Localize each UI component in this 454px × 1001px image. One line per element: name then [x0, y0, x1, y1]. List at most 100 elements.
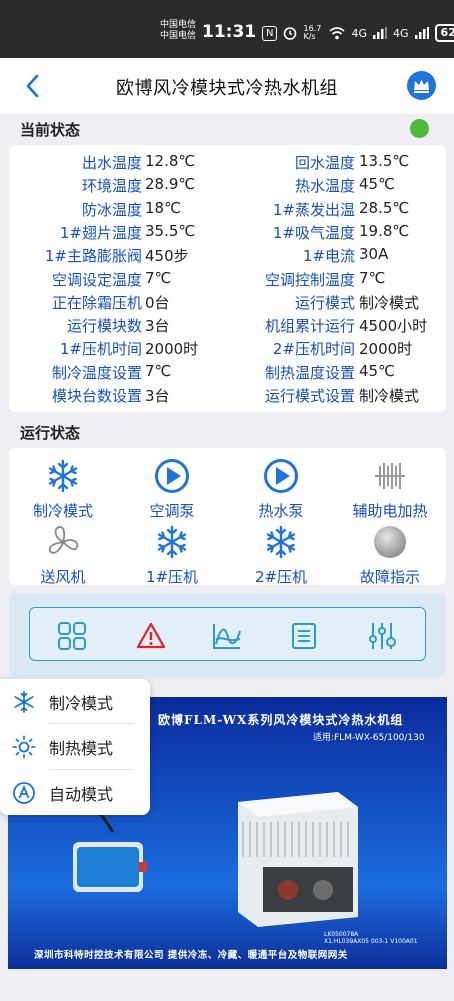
status-row: 1#压机时间 2000时 2#压机时间 2000时	[9, 338, 446, 361]
sun-icon	[12, 735, 36, 759]
status-value-right: 45℃	[359, 175, 395, 194]
online-indicator	[410, 119, 429, 138]
op-label: 1#压机	[145, 568, 199, 586]
status-value-right: 45℃	[359, 361, 395, 380]
status-label-left: 1#翅片温度	[59, 223, 142, 242]
status-label-right: 机组累计运行	[264, 317, 355, 336]
snowflake-icon	[14, 691, 34, 713]
play-circle-icon	[264, 459, 298, 493]
status-value-left: 12.8℃	[145, 152, 196, 170]
menu-item-heating[interactable]: 制热模式	[0, 724, 150, 769]
status-value-left: 3台	[145, 387, 170, 405]
menu-item-cooling[interactable]: 制冷模式	[0, 679, 150, 724]
speed-indicator: 16.7 K/s	[303, 24, 322, 41]
op-label: 故障指示	[359, 568, 420, 586]
op-aux-heater: 辅助电加热	[336, 458, 444, 521]
op-ac-pump: 空调泵	[118, 458, 226, 521]
carrier-2: 中国电信	[160, 31, 197, 41]
snowflake-icon	[48, 459, 78, 493]
status-value-right: 制冷模式	[359, 387, 420, 405]
status-value-right: 7℃	[359, 268, 386, 287]
app-header: 欧博风冷模块式冷热水机组	[0, 58, 454, 114]
status-row: 正在除霜压机 0台 运行模式 制冷模式	[9, 292, 446, 315]
banner-footer: 深圳市科特时控技术有限公司 提供冷冻、冷藏、暖通平台及物联网网关	[34, 950, 348, 961]
warning-icon[interactable]	[136, 621, 166, 651]
status-value-left: 7℃	[145, 361, 172, 380]
crown-button[interactable]	[407, 71, 436, 100]
status-value-left: 18℃	[145, 198, 181, 217]
status-row: 1#翅片温度 35.5℃ 1#吸气温度 19.8℃	[9, 222, 446, 245]
banner-code: LK050078A X1.HL039AX05 003-1 V100A01	[324, 931, 418, 945]
op-hot-water-pump: 热水泵	[227, 458, 335, 521]
signal-1-label: 4G	[351, 26, 368, 40]
op-compressor-2: 2#压机	[227, 524, 335, 587]
op-label: 2#压机	[254, 568, 308, 586]
status-value-right: 4500小时	[359, 317, 428, 336]
status-row: 空调设定温度 7℃ 空调控制温度 7℃	[9, 269, 446, 292]
status-label-left: 正在除霜压机	[51, 293, 142, 312]
page-title: 欧博风冷模块式冷热水机组	[116, 78, 338, 99]
status-label-right: 热水温度	[294, 177, 355, 196]
status-label-right: 空调控制温度	[264, 270, 355, 289]
status-value-right: 19.8℃	[359, 221, 410, 240]
chiller-unit-image	[238, 792, 358, 927]
status-row: 制冷温度设置 7℃ 制热温度设置 45℃	[9, 362, 446, 385]
snowflake-icon	[157, 525, 187, 559]
banner-subtitle: 适用:FLM-WX-65/100/130	[313, 733, 425, 743]
grid-icon[interactable]	[57, 621, 87, 651]
status-value-left: 3台	[145, 317, 170, 336]
clock: 11:31	[202, 22, 257, 42]
status-value-left: 0台	[145, 293, 170, 312]
status-label-left: 出水温度	[81, 154, 142, 172]
status-icons: N 16.7 K/s 4G 4G 62	[262, 24, 454, 42]
status-value-right: 30A	[359, 245, 389, 264]
op-label: 辅助电加热	[352, 502, 428, 520]
op-label: 热水泵	[258, 502, 304, 520]
menu-item-auto[interactable]: 自动模式	[0, 770, 150, 815]
op-supply-fan: 送风机	[9, 524, 117, 587]
status-value-left: 35.5℃	[145, 221, 196, 240]
mode-menu: 制冷模式 制热模式 自动模式	[0, 679, 150, 815]
alarm-icon	[284, 27, 297, 40]
status-label-left: 空调设定温度	[51, 270, 142, 289]
status-value-left: 28.9℃	[145, 175, 196, 194]
settings-sliders-icon[interactable]	[367, 621, 397, 651]
status-label-left: 防冰温度	[81, 200, 142, 219]
status-value-right: 制冷模式	[359, 293, 420, 312]
status-row: 环境温度 28.9℃ 热水温度 45℃	[9, 175, 446, 198]
op-fault-indicator: 故障指示	[336, 524, 444, 587]
signal-2-label: 4G	[393, 26, 409, 40]
status-label-left: 运行模块数	[66, 317, 142, 336]
status-value-left: 450步	[145, 247, 189, 266]
banner-code-1: LK050078A	[324, 931, 359, 938]
list-icon[interactable]	[289, 621, 319, 651]
status-label-left: 制冷温度设置	[51, 363, 142, 382]
status-value-left: 2000时	[145, 340, 199, 359]
battery-icon: 62	[434, 24, 454, 42]
status-label-right: 运行模式	[294, 293, 355, 312]
status-label-left: 1#压机时间	[59, 340, 142, 359]
carrier-info: 中国电信 中国电信	[160, 20, 196, 42]
menu-label: 制冷模式	[49, 694, 114, 713]
signal-icon-2	[414, 27, 429, 39]
menu-label: 自动模式	[49, 785, 114, 804]
wifi-icon	[329, 26, 346, 39]
status-label-right: 运行模式设置	[264, 387, 355, 405]
carrier-1: 中国电信	[160, 20, 197, 30]
banner-title: 欧博FLM-WX系列风冷模块式冷热水机组	[158, 713, 404, 727]
status-value-right: 2000时	[359, 340, 413, 359]
current-status-card: 出水温度 12.8℃ 回水温度 13.5℃ 环境温度 28.9℃ 热水温度 45℃ 防冰温度 18…	[9, 145, 446, 412]
status-value-right: 28.5℃	[359, 198, 410, 217]
system-status-bar: 中国电信 中国电信 11:31 N 16.7 K/s 4G 4G 62	[0, 0, 454, 58]
banner-code-2: X1.HL039AX05 003-1 V100A01	[324, 938, 418, 945]
status-row: 模块台数设置 3台 运行模式设置 制冷模式	[9, 385, 446, 408]
status-value-right: 13.5℃	[359, 152, 410, 170]
crown-icon	[414, 79, 429, 93]
menu-label: 制热模式	[49, 739, 114, 758]
status-row: 防冰温度 18℃ 1#蒸发出温 28.5℃	[9, 199, 446, 222]
snowflake-icon	[266, 525, 296, 559]
op-label: 制冷模式	[32, 502, 93, 520]
chart-icon[interactable]	[212, 621, 242, 651]
auto-icon	[13, 782, 35, 804]
heater-icon	[375, 463, 405, 489]
